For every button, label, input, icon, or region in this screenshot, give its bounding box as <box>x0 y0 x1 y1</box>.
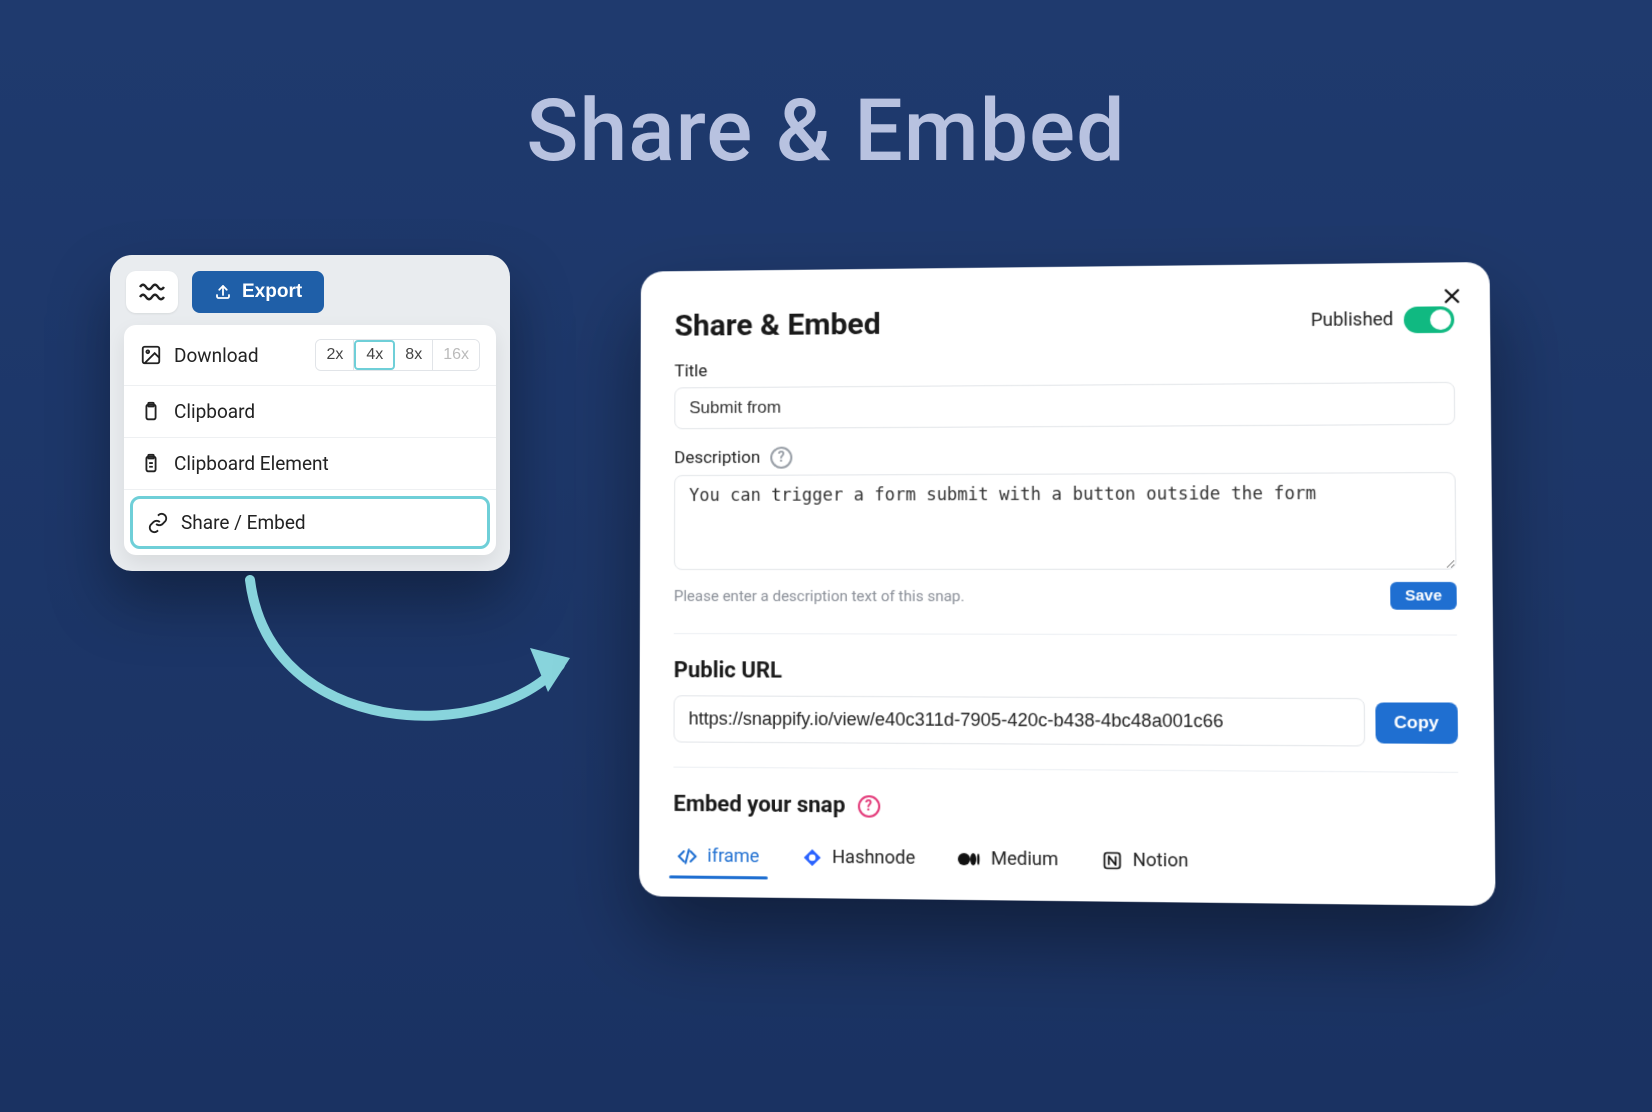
export-row-share-embed[interactable]: Share / Embed <box>130 496 490 549</box>
size-16x[interactable]: 16x <box>433 340 479 370</box>
upload-icon <box>214 283 232 301</box>
clipboard-icon <box>140 401 162 423</box>
published-label: Published <box>1311 309 1394 331</box>
export-list: Download 2x 4x 8x 16x Clipboard Clipboar… <box>124 325 496 555</box>
export-row-download[interactable]: Download 2x 4x 8x 16x <box>124 325 496 386</box>
published-toggle[interactable] <box>1404 306 1455 333</box>
app-logo <box>126 271 178 313</box>
arrow-illustration <box>230 570 590 770</box>
wave-icon <box>139 283 165 301</box>
clipboard-label: Clipboard <box>174 400 255 423</box>
hashnode-icon <box>802 847 822 867</box>
save-button[interactable]: Save <box>1390 582 1457 610</box>
export-button-label: Export <box>242 281 302 303</box>
divider-2 <box>673 767 1458 773</box>
copy-button[interactable]: Copy <box>1375 702 1458 744</box>
description-help-icon[interactable]: ? <box>770 447 792 469</box>
description-input[interactable]: You can trigger a form submit with a but… <box>674 472 1457 570</box>
export-button[interactable]: Export <box>192 271 324 313</box>
modal-title: Share & Embed <box>675 307 881 344</box>
tab-medium[interactable]: Medium <box>954 840 1062 883</box>
page-hero-title: Share & Embed <box>526 80 1125 181</box>
description-helper: Please enter a description text of this … <box>674 587 965 605</box>
share-embed-label: Share / Embed <box>181 511 306 534</box>
tab-hashnode[interactable]: Hashnode <box>798 838 920 881</box>
embed-heading-text: Embed your snap <box>673 792 845 819</box>
public-url-heading: Public URL <box>674 658 1458 686</box>
notion-icon <box>1102 850 1123 871</box>
tab-notion-label: Notion <box>1133 850 1189 872</box>
size-group: 2x 4x 8x 16x <box>315 339 480 371</box>
size-4x[interactable]: 4x <box>354 340 395 370</box>
medium-icon <box>958 851 981 865</box>
download-label: Download <box>174 344 259 367</box>
tab-iframe-label: iframe <box>707 845 759 867</box>
tab-notion[interactable]: Notion <box>1097 841 1192 884</box>
embed-tabs: iframe Hashnode Medium Notion <box>673 829 1459 887</box>
tab-medium-label: Medium <box>991 848 1058 870</box>
share-embed-modal: Share & Embed Published Title Descriptio… <box>639 262 1496 906</box>
description-label: Description ? <box>674 443 1455 469</box>
export-panel: Export Download 2x 4x 8x 16x Clipboard <box>110 255 510 571</box>
embed-help-icon[interactable]: ? <box>857 795 879 817</box>
code-icon <box>677 846 697 866</box>
description-label-text: Description <box>674 448 760 468</box>
close-icon <box>1441 286 1462 307</box>
export-row-clipboard[interactable]: Clipboard <box>124 386 496 438</box>
link-icon <box>147 512 169 534</box>
clipboard-element-icon <box>140 453 162 475</box>
size-8x[interactable]: 8x <box>395 340 433 370</box>
divider <box>674 633 1457 635</box>
image-icon <box>140 344 162 366</box>
tab-iframe[interactable]: iframe <box>673 837 763 879</box>
embed-heading: Embed your snap ? <box>673 792 1458 824</box>
public-url-input[interactable] <box>674 695 1365 746</box>
size-2x[interactable]: 2x <box>316 340 354 370</box>
export-row-clipboard-element[interactable]: Clipboard Element <box>124 438 496 490</box>
tab-hashnode-label: Hashnode <box>832 847 915 869</box>
clipboard-element-label: Clipboard Element <box>174 452 329 475</box>
title-label: Title <box>674 355 1454 381</box>
title-input[interactable] <box>674 382 1455 429</box>
